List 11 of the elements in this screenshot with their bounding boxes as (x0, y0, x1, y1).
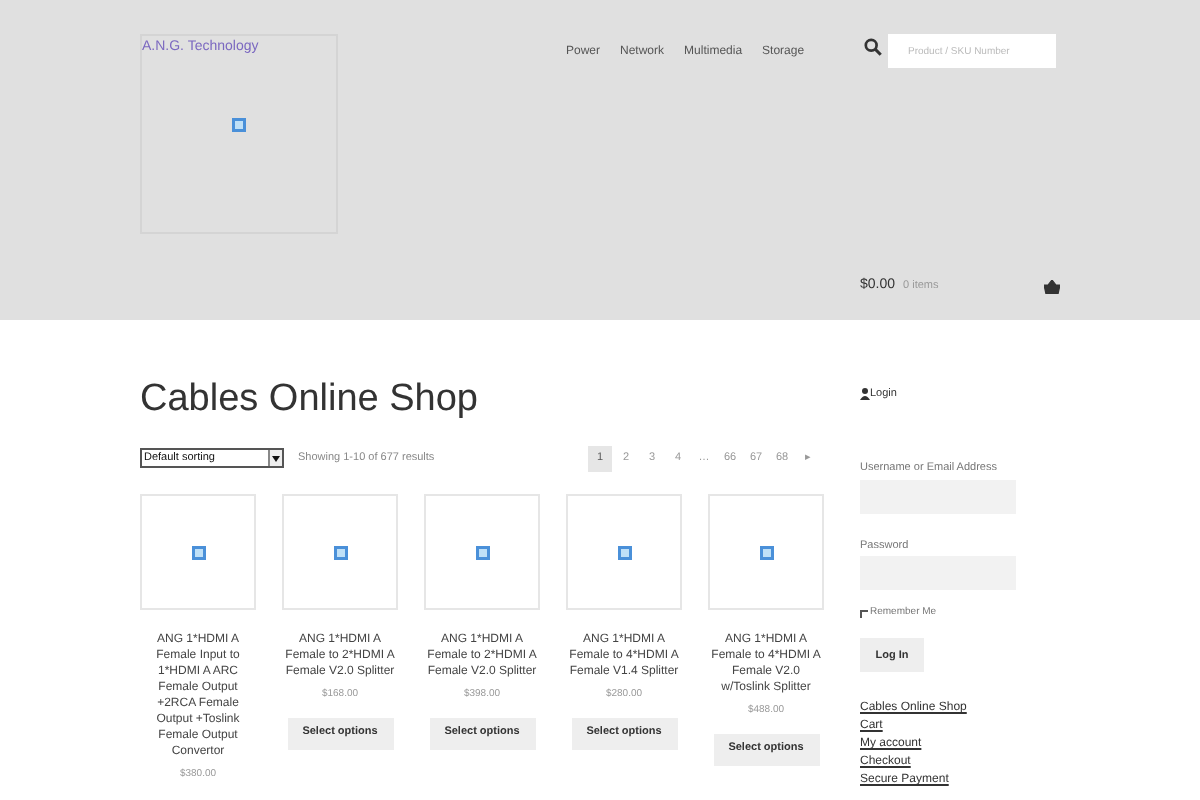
basket-icon[interactable] (1044, 279, 1060, 294)
broken-image-icon (759, 545, 773, 559)
page-title: Cables Online Shop (140, 376, 480, 424)
broken-image-icon (191, 545, 205, 559)
broken-image-icon (333, 545, 347, 559)
user-icon (860, 388, 870, 401)
checkbox[interactable] (860, 609, 868, 617)
broken-image-icon (475, 545, 489, 559)
broken-image-icon (617, 545, 631, 559)
caret-icon (268, 450, 282, 466)
broken-image-icon (232, 117, 246, 131)
